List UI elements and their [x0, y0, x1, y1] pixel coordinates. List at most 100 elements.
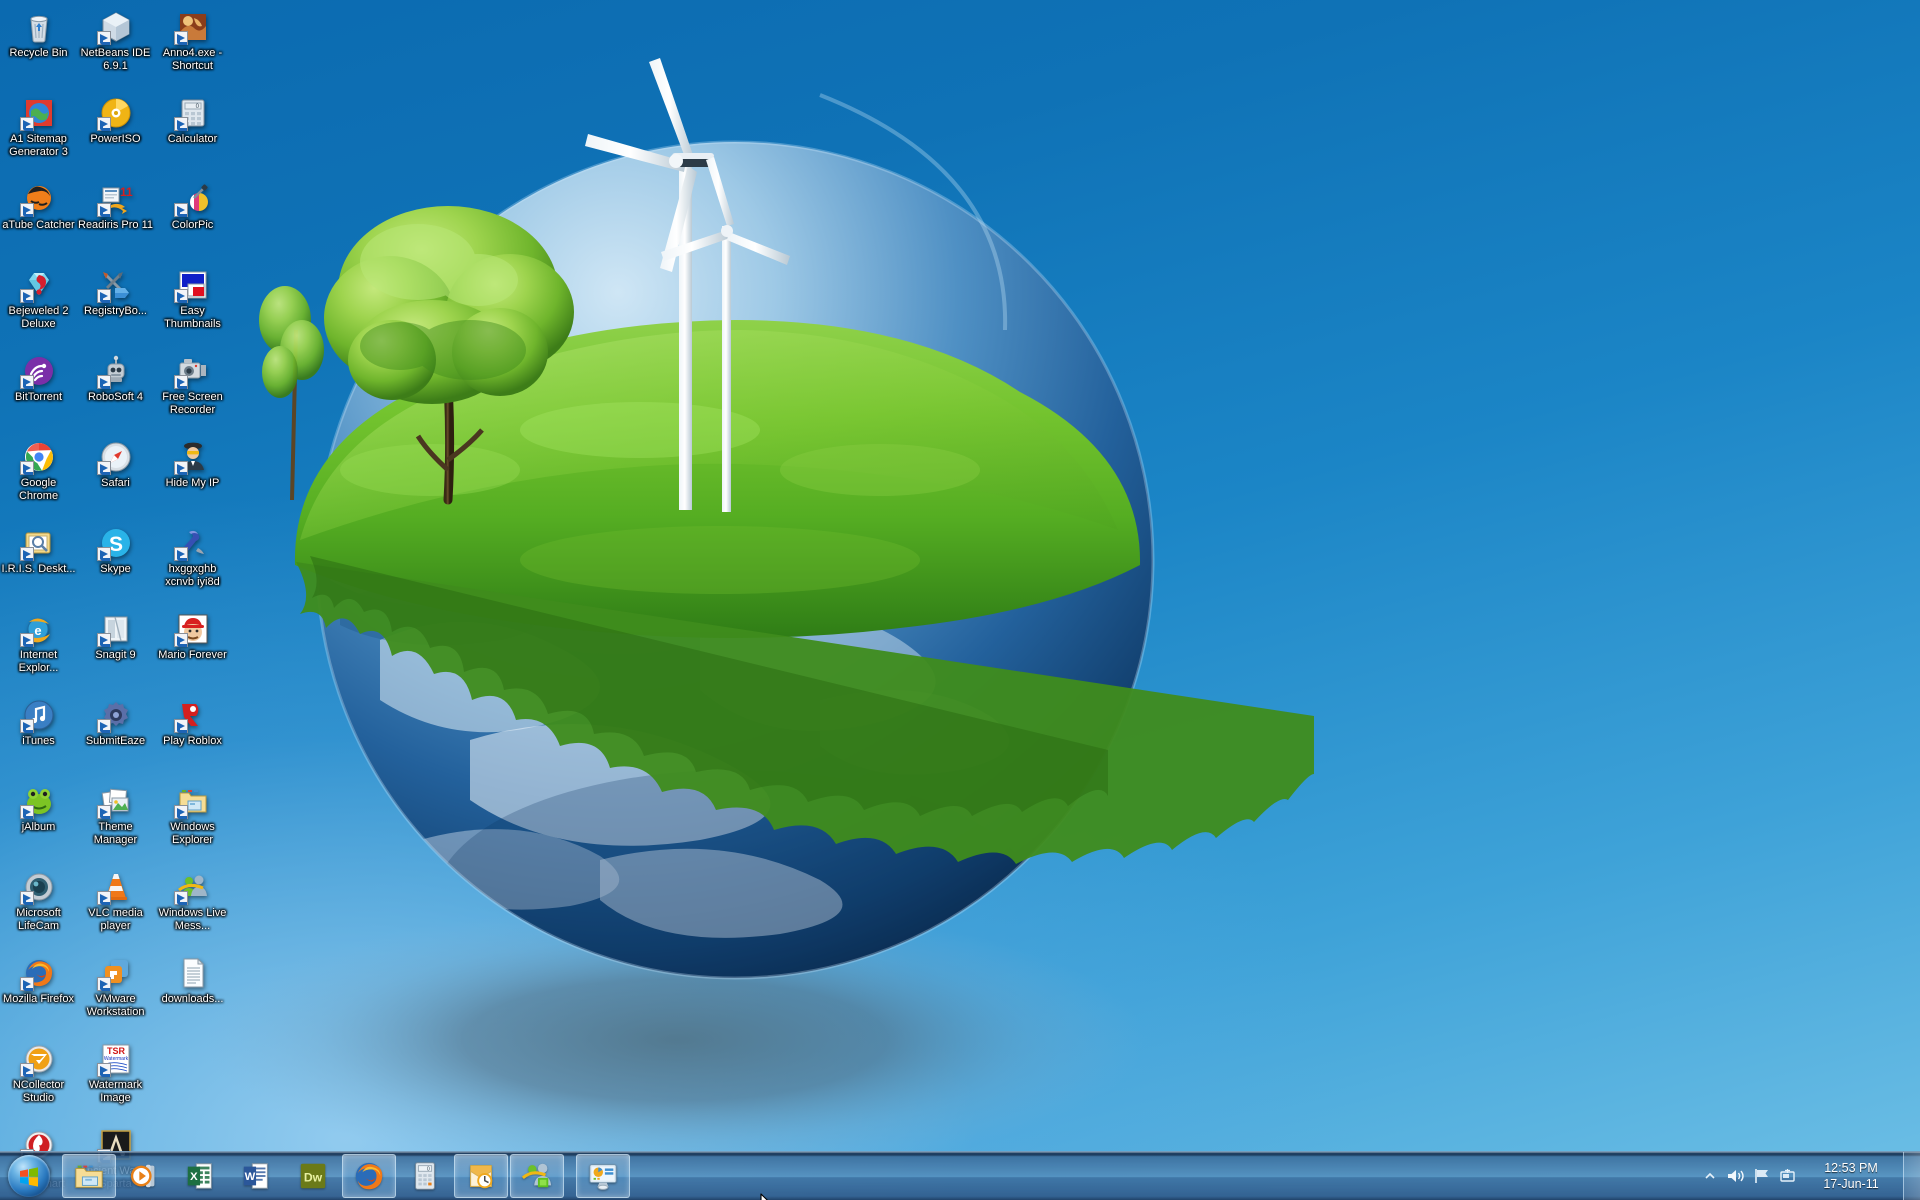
clock[interactable]: 12:53 PM 17-Jun-11 [1805, 1152, 1897, 1200]
icon-row: NCollector Studio TSR Watermark Watermar… [0, 1036, 232, 1122]
volume-speaker-icon[interactable] [1723, 1159, 1749, 1193]
network-flag-icon[interactable] [1749, 1159, 1775, 1193]
action-center-icon[interactable] [1775, 1159, 1801, 1193]
desktop-icon-hide-my-ip[interactable]: Hide My IP [154, 434, 231, 520]
desktop-icon-label: Mario Forever [158, 649, 227, 661]
icon-row: Recycle Bin NetBeans IDE 6.9.1 Anno4.exe… [0, 4, 232, 90]
taskbar-button-microsoft-outlook[interactable] [454, 1154, 508, 1198]
icon-row: A1 Sitemap Generator 3 PowerISO 0 Calcul… [0, 90, 232, 176]
desktop-icon-registry-booster[interactable]: RegistryBo... [77, 262, 154, 348]
outlook-icon [470, 1165, 493, 1189]
shortcut-overlay-icon [19, 117, 34, 131]
desktop-icon-label: Readiris Pro 11 [78, 219, 153, 231]
desktop-icon-mario-forever[interactable]: Mario Forever [154, 606, 231, 692]
desktop-icon-anno4[interactable]: Anno4.exe - Shortcut [154, 4, 231, 90]
jalbum-frog-icon [19, 784, 56, 819]
taskbar[interactable]: X W Dw 0 12:53 PM 17-Jun-11 [0, 1151, 1920, 1200]
icon-row: aTube Catcher 11 Readiris Pro 11 ColorPi… [0, 176, 232, 262]
desktop-icon-colorpic[interactable]: ColorPic [154, 176, 231, 262]
desktop-icon-theme-manager[interactable]: Theme Manager [77, 778, 154, 864]
desktop-icon-label: Theme Manager [93, 821, 138, 846]
desktop-icon-label: downloads... [161, 993, 224, 1005]
desktop-icon-watermark-image[interactable]: TSR Watermark Watermark Image [77, 1036, 154, 1122]
desktop-icon-calculator[interactable]: 0 Calculator [154, 90, 231, 176]
desktop-icon-label: RegistryBo... [84, 305, 147, 317]
desktop-icon-hxggxghb[interactable]: hxggxghb xcnvb iyi8d [154, 520, 231, 606]
taskbar-button-windows-media-player[interactable] [118, 1154, 172, 1198]
desktop-icon-easy-thumbnails[interactable]: Easy Thumbnails [154, 262, 231, 348]
desktop-icon-free-screen-recorder[interactable]: Free Screen Recorder [154, 348, 231, 434]
shortcut-overlay-icon [173, 633, 188, 647]
desktop-icon-label: SubmitEaze [85, 735, 146, 747]
desktop-icon-grid[interactable]: Recycle Bin NetBeans IDE 6.9.1 Anno4.exe… [0, 4, 232, 1200]
desktop-icon-itunes[interactable]: iTunes [0, 692, 77, 778]
shortcut-overlay-icon [173, 891, 188, 905]
show-hidden-icons-chevron-icon[interactable] [1697, 1159, 1723, 1193]
submiteaze-gear-icon [96, 698, 133, 733]
clock-time: 12:53 PM [1824, 1161, 1878, 1175]
desktop-icon-snagit-9[interactable]: Snagit 9 [77, 606, 154, 692]
desktop-icon-downloads-text[interactable]: downloads... [154, 950, 231, 1036]
taskbar-button-microsoft-word[interactable]: W [230, 1154, 284, 1198]
desktop-icon-iris-desktop[interactable]: I.R.I.S. Deskt... [0, 520, 77, 606]
desktop-icon-readiris-pro[interactable]: 11 Readiris Pro 11 [77, 176, 154, 262]
desktop-icon-label: Windows Explorer [170, 821, 215, 846]
desktop-icon-microsoft-lifecam[interactable]: Microsoft LifeCam [0, 864, 77, 950]
desktop[interactable]: Recycle Bin NetBeans IDE 6.9.1 Anno4.exe… [0, 0, 1920, 1200]
desktop-icon-robosoft-4[interactable]: RoboSoft 4 [77, 348, 154, 434]
icon-row: Google Chrome Safari Hide My IP [0, 434, 232, 520]
taskbar-button-calculator[interactable]: 0 [398, 1154, 452, 1198]
tsr-watermark-image-icon: TSR Watermark [96, 1042, 133, 1077]
taskbar-button-dreamweaver[interactable]: Dw [286, 1154, 340, 1198]
registry-booster-icon [96, 268, 133, 303]
taskbar-button-windows-explorer[interactable] [62, 1154, 116, 1198]
grass-island [294, 320, 1314, 864]
desktop-icon-skype[interactable]: S Skype [77, 520, 154, 606]
desktop-icon-windows-explorer[interactable]: Windows Explorer [154, 778, 231, 864]
desktop-icon-submiteaze[interactable]: SubmitEaze [77, 692, 154, 778]
desktop-icon-recycle-bin[interactable]: Recycle Bin [0, 4, 77, 90]
desktop-icon-windows-live-messenger[interactable]: Windows Live Mess... [154, 864, 231, 950]
desktop-icon-vmware-workstation[interactable]: VMware Workstation [77, 950, 154, 1036]
desktop-icon-play-roblox[interactable]: Play Roblox [154, 692, 231, 778]
desktop-icon-mozilla-firefox[interactable]: Mozilla Firefox [0, 950, 77, 1036]
desktop-icon-safari[interactable]: Safari [77, 434, 154, 520]
desktop-icon-a1-sitemap-generator[interactable]: A1 Sitemap Generator 3 [0, 90, 77, 176]
desktop-icon-poweriso[interactable]: PowerISO [77, 90, 154, 176]
atube-catcher-icon [19, 182, 56, 217]
taskbar-button-windows-live-messenger[interactable] [510, 1154, 564, 1198]
taskbar-button-microsoft-excel[interactable]: X [174, 1154, 228, 1198]
desktop-icon-bittorrent[interactable]: BitTorrent [0, 348, 77, 434]
show-desktop-button[interactable] [1903, 1152, 1920, 1200]
easy-thumbnails-icon [173, 268, 210, 303]
taskbar-button-mozilla-firefox[interactable] [342, 1154, 396, 1198]
icon-row: Microsoft LifeCam VLC media player Windo… [0, 864, 232, 950]
desktop-icon-atube-catcher[interactable]: aTube Catcher [0, 176, 77, 262]
google-chrome-icon [19, 440, 56, 475]
desktop-icon-internet-explorer[interactable]: e Internet Explor... [0, 606, 77, 692]
shortcut-overlay-icon [173, 203, 188, 217]
desktop-icon-vlc-media-player[interactable]: VLC media player [77, 864, 154, 950]
shortcut-overlay-icon [96, 31, 111, 45]
svg-text:11: 11 [120, 185, 133, 199]
desktop-icon-ncollector-studio[interactable]: NCollector Studio [0, 1036, 77, 1122]
desktop-icon-bejeweled-2-deluxe[interactable]: Bejeweled 2 Deluxe [0, 262, 77, 348]
desktop-icon-jalbum[interactable]: jAlbum [0, 778, 77, 864]
shortcut-overlay-icon [96, 375, 111, 389]
desktop-icon-google-chrome[interactable]: Google Chrome [0, 434, 77, 520]
lifecam-webcam-icon [19, 870, 56, 905]
start-button[interactable] [2, 1154, 56, 1198]
main-tree [324, 206, 574, 505]
taskbar-button-list[interactable]: X W Dw 0 [62, 1154, 630, 1198]
system-tray[interactable]: 12:53 PM 17-Jun-11 [1697, 1152, 1920, 1200]
desktop-icon-label: Calculator [167, 133, 218, 145]
shortcut-overlay-icon [96, 203, 111, 217]
desktop-icon-netbeans-ide[interactable]: NetBeans IDE 6.9.1 [77, 4, 154, 90]
recycle-bin-icon [22, 10, 56, 44]
mario-forever-icon [173, 612, 210, 647]
svg-text:X: X [190, 1171, 198, 1183]
svg-text:Dw: Dw [304, 1171, 323, 1185]
icon-row: I.R.I.S. Deskt... S Skype hxggxghb xcnvb… [0, 520, 232, 606]
taskbar-button-system-monitor[interactable] [576, 1154, 630, 1198]
desktop-icon-label: Internet Explor... [18, 649, 59, 674]
